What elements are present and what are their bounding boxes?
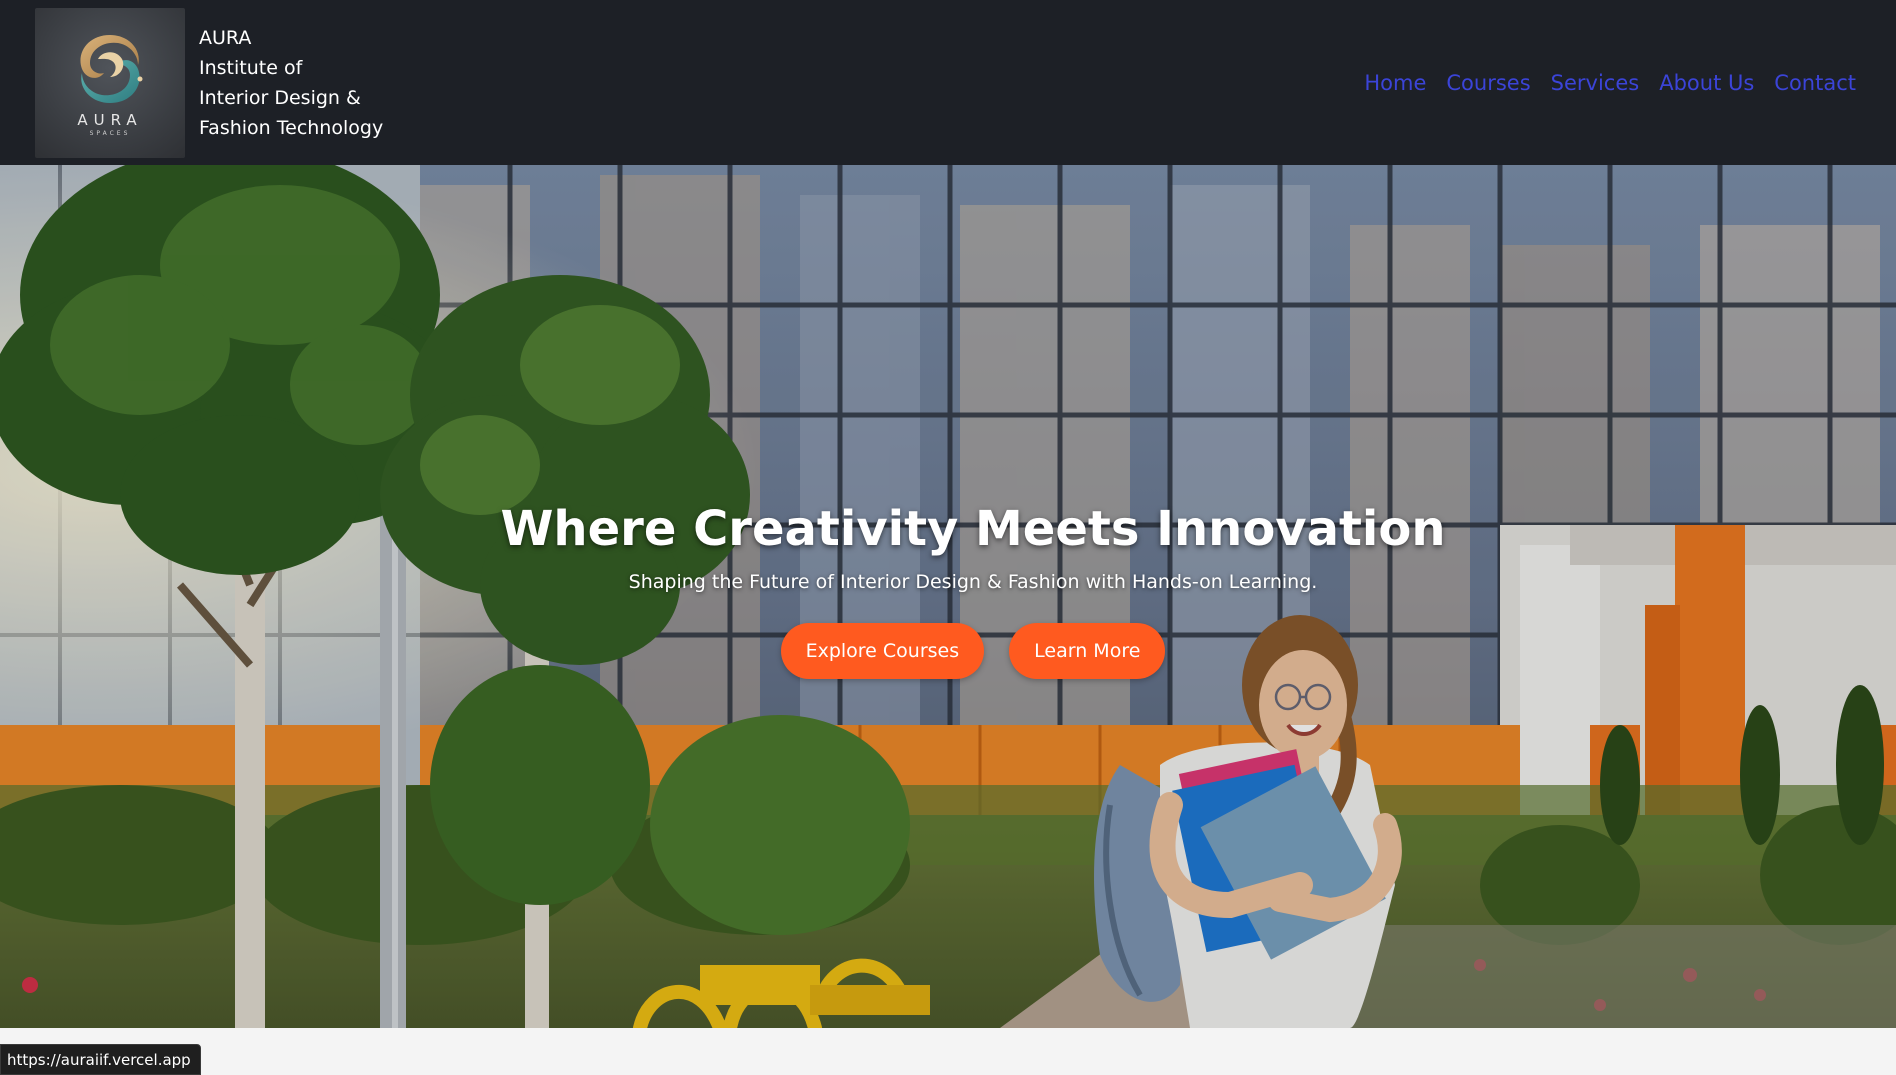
nav-contact[interactable]: Contact [1774,71,1856,95]
hero-section: Where Creativity Meets Innovation Shapin… [0,165,1896,1028]
nav-services[interactable]: Services [1551,71,1640,95]
hero-button-group: Explore Courses Learn More [50,623,1896,679]
hero-title: Where Creativity Meets Innovation [500,501,1446,557]
logo[interactable]: AURA SPACES [35,7,185,158]
brand-name: AURA Institute of Interior Design & Fash… [199,23,383,143]
logo-wordmark: AURA [77,110,143,129]
site-header: AURA SPACES AURA Institute of Interior D… [0,0,1896,165]
nav-courses[interactable]: Courses [1446,71,1530,95]
explore-courses-button[interactable]: Explore Courses [780,623,985,679]
nav-home[interactable]: Home [1364,71,1426,95]
brand-line: Institute of [199,56,303,79]
hero-subtitle: Shaping the Future of Interior Design & … [628,571,1318,593]
learn-more-button[interactable]: Learn More [1009,623,1166,679]
hero-content: Where Creativity Meets Innovation Shapin… [0,165,1896,679]
main-nav: Home Courses Services About Us Contact [1364,71,1856,95]
logo-subtitle: SPACES [89,129,131,137]
brand-line: Fashion Technology [199,116,384,139]
brand-line: Interior Design & [199,86,361,109]
aura-swirl-icon [80,34,143,103]
brand[interactable]: AURA SPACES AURA Institute of Interior D… [35,0,383,165]
next-section-peek [0,1028,1896,1075]
nav-about-us[interactable]: About Us [1659,71,1754,95]
link-hover-status-url: https://auraiif.vercel.app [0,1044,201,1075]
brand-line: AURA [199,26,252,49]
